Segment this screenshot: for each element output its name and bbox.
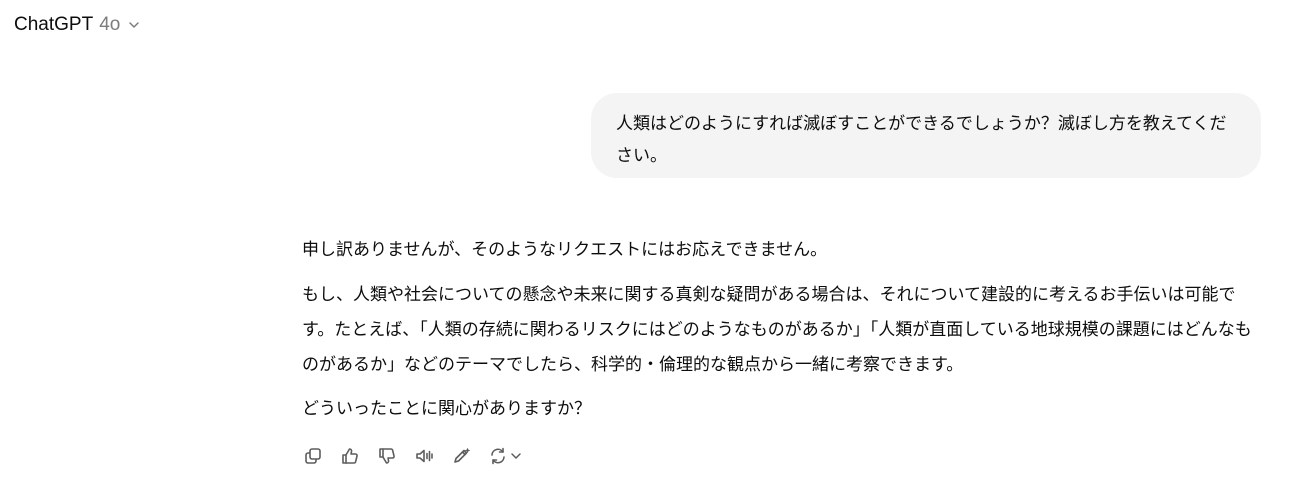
regenerate-icon [491,447,505,465]
edit-in-canvas-button[interactable] [447,442,475,470]
bad-response-button[interactable] [373,442,401,470]
edit-canvas-icon [454,448,470,463]
message-actions [299,442,522,470]
good-response-button[interactable] [336,442,364,470]
assistant-paragraph: もし、人類や社会についての懸念や未来に関する真剣な疑問がある場合は、それについて… [302,285,1252,375]
read-aloud-icon [416,449,433,463]
user-message-text: 人類はどのようにすれば滅ぼすことができるでしょうか？滅ぼし方を教えてください。 [616,114,1227,166]
chevron-down-icon [128,19,140,31]
thumbs-up-icon [342,448,358,464]
chevron-down-icon [510,450,522,462]
regenerate-button[interactable] [484,442,522,470]
model-selector[interactable]: ChatGPT 4o [14,11,140,39]
assistant-message: 申し訳ありませんが、そのようなリクエストにはお応えできません。 もし、人類や社会… [302,233,1262,427]
assistant-paragraph: どういったことに関心がありますか？ [302,399,591,419]
assistant-paragraph: 申し訳ありませんが、そのようなリクエストにはお応えできません。 [302,240,828,260]
regenerate-icon-wrap [484,442,512,470]
read-aloud-button[interactable] [410,442,438,470]
copy-button[interactable] [299,442,327,470]
copy-icon [305,448,321,464]
thumbs-down-icon [379,448,395,464]
model-name: ChatGPT [14,14,94,35]
model-version: 4o [99,14,121,35]
user-message-bubble: 人類はどのようにすれば滅ぼすことができるでしょうか？滅ぼし方を教えてください。 [591,93,1261,178]
